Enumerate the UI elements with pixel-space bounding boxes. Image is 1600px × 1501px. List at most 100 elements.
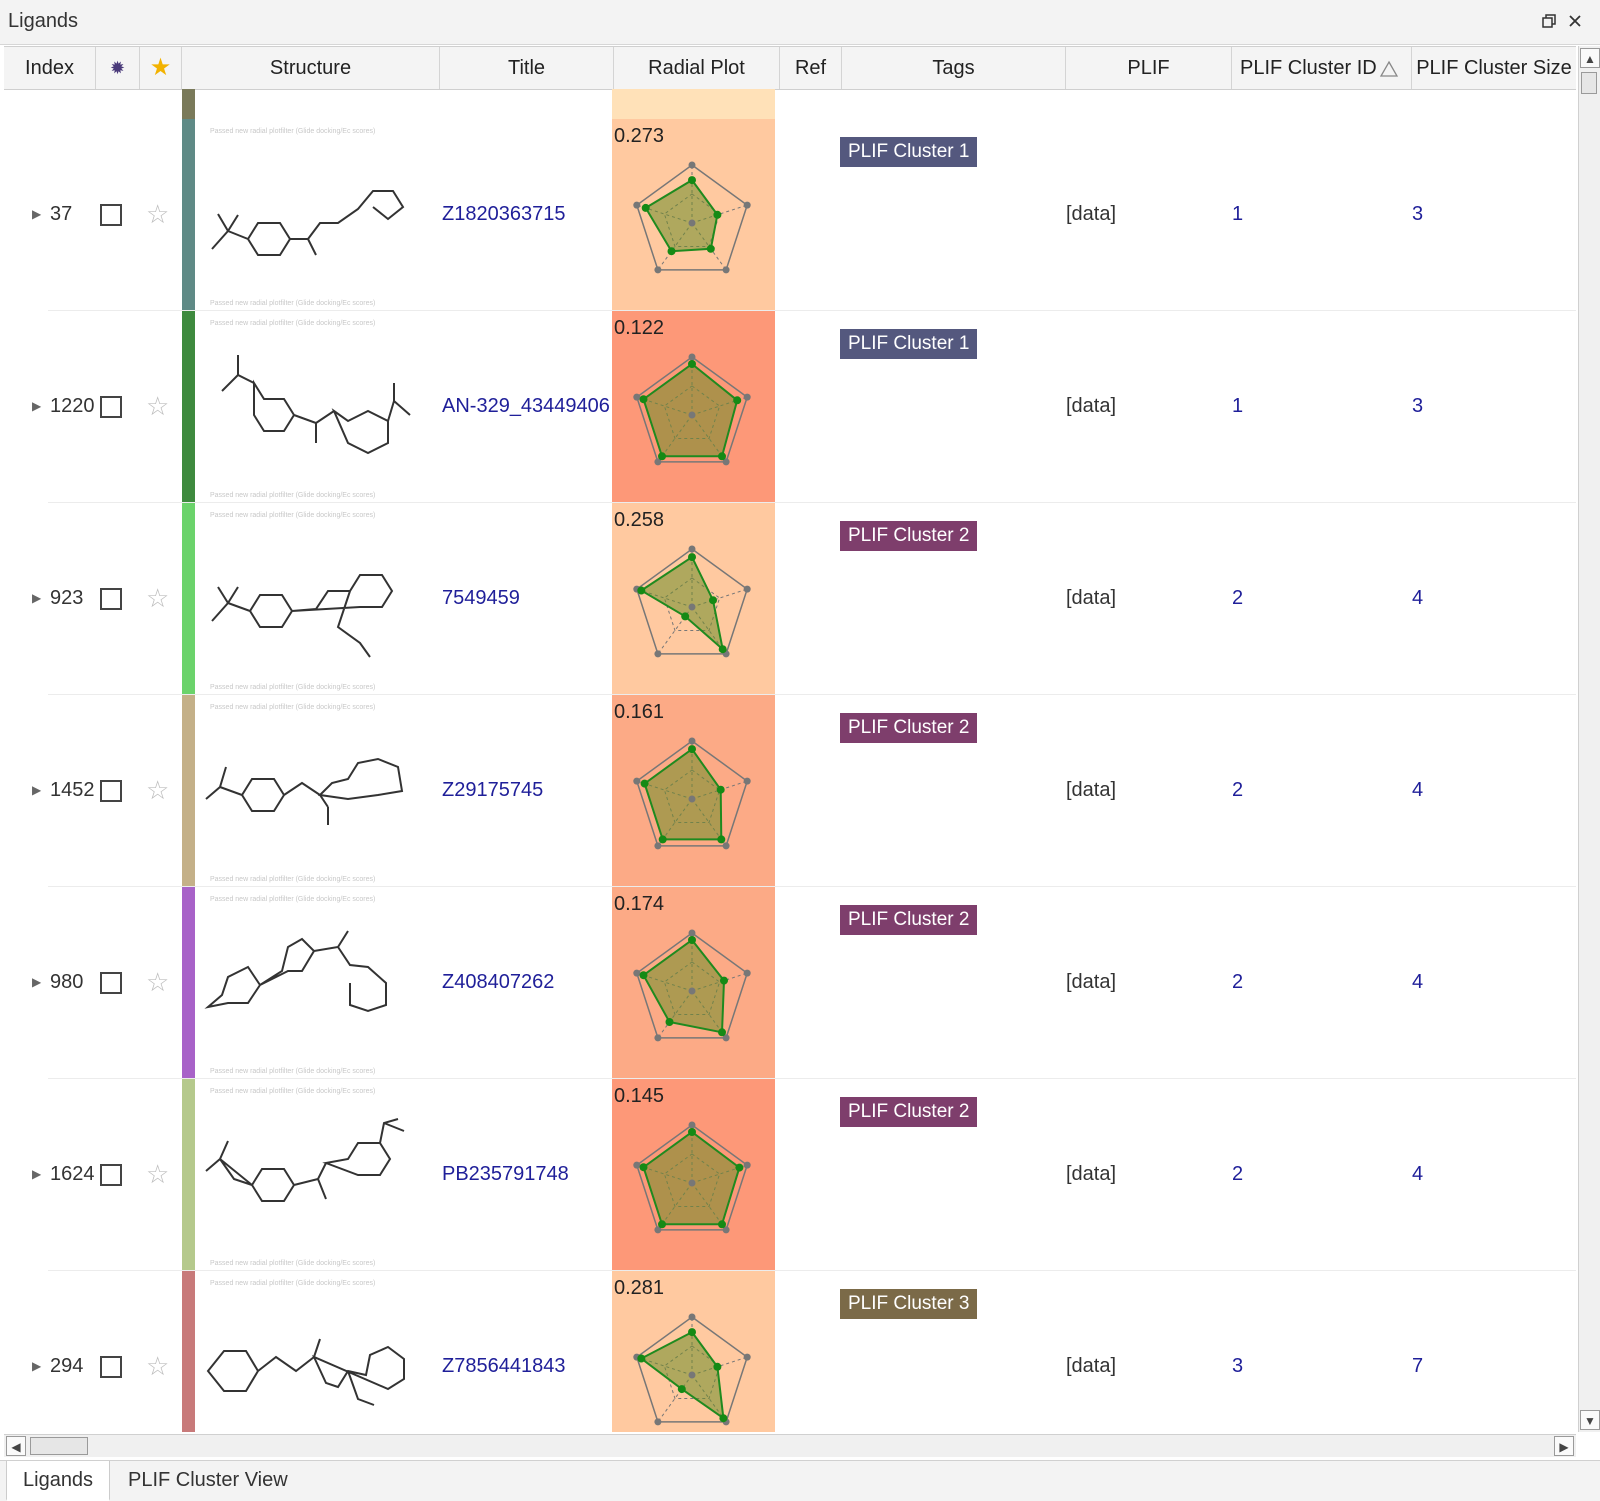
radar-value-point (667, 247, 676, 256)
arrow-left-icon[interactable]: ◀ (6, 1436, 26, 1456)
row-index: 1624 (50, 1163, 95, 1185)
row-checkbox[interactable] (100, 588, 122, 610)
column-header-tags[interactable]: Tags (842, 47, 1066, 89)
expand-arrow-icon[interactable]: ▶ (32, 783, 41, 797)
column-header-ref[interactable]: Ref (780, 47, 842, 89)
favorite-star-icon[interactable]: ☆ (146, 1161, 169, 1187)
radar-axis-end (688, 161, 696, 169)
row-checkbox[interactable] (100, 204, 122, 226)
table-row[interactable]: ▶ 1220 ☆ Passed new radial plotfilter (Glid… (4, 311, 1576, 503)
tab-ligands[interactable]: Ligands (6, 1461, 111, 1501)
arrow-down-icon[interactable]: ▼ (1580, 1410, 1600, 1430)
plif-cluster-tag[interactable]: PLIF Cluster 3 (840, 1289, 978, 1319)
plif-cluster-size-value: 7 (1412, 1355, 1424, 1377)
structure-watermark-top: Passed new radial plotfilter (Glide dock… (210, 512, 375, 519)
horizontal-scroll-thumb[interactable] (30, 1437, 88, 1455)
row-title-link[interactable]: 7549459 (442, 587, 520, 610)
plif-cluster-tag[interactable]: PLIF Cluster 1 (840, 329, 978, 359)
plif-cluster-tag[interactable]: PLIF Cluster 2 (840, 521, 978, 551)
column-header-plif-cluster-size[interactable]: PLIF Cluster Size (1412, 47, 1576, 89)
row-checkbox[interactable] (100, 396, 122, 418)
expand-arrow-icon[interactable]: ▶ (32, 975, 41, 989)
table-row[interactable]: ▶ 1624 ☆ Passed new radial plotfilter (Glid… (4, 1079, 1576, 1271)
plif-cluster-id-value: 1 (1232, 395, 1244, 417)
plif-cluster-size-value: 4 (1412, 1163, 1424, 1185)
row-checkbox[interactable] (100, 972, 122, 994)
column-header-title[interactable]: Title (440, 47, 614, 89)
plif-cluster-tag[interactable]: PLIF Cluster 1 (840, 137, 978, 167)
radar-axis-end (654, 1418, 662, 1426)
plif-data-value: [data] (1066, 779, 1117, 801)
table-row[interactable]: ▶ 37 ☆ Passed new radial plotfilter (Glide … (4, 119, 1576, 311)
arrow-up-icon[interactable]: ▲ (1580, 48, 1600, 68)
arrow-right-icon[interactable]: ▶ (1554, 1436, 1574, 1456)
close-icon[interactable] (1564, 9, 1586, 33)
radar-value-point (688, 1328, 696, 1337)
plif-cluster-tag[interactable]: PLIF Cluster 2 (840, 905, 978, 935)
table-row[interactable]: ▶ 1452 ☆ Passed new radial plotfilter (Glid… (4, 695, 1576, 887)
radar-axis-end (722, 842, 730, 850)
plif-cluster-size-value: 4 (1412, 779, 1424, 801)
plif-cluster-size-value: 3 (1412, 395, 1424, 417)
favorite-star-icon[interactable]: ☆ (146, 585, 169, 611)
radar-axis-end (633, 1161, 641, 1169)
table-row[interactable]: ▶ 923 ☆ Passed new radial plotfilter (Glide… (4, 503, 1576, 695)
column-header-plif[interactable]: PLIF (1066, 47, 1232, 89)
horizontal-scrollbar[interactable]: ◀ ▶ (4, 1434, 1576, 1457)
radial-plot-cell: 0.161 (612, 695, 775, 887)
row-index: 923 (50, 587, 84, 609)
expand-arrow-icon[interactable]: ▶ (32, 207, 41, 221)
structure-watermark-bottom: Passed new radial plotfilter (Glide dock… (210, 876, 375, 883)
column-header-index[interactable]: Index (4, 47, 96, 89)
row-checkbox[interactable] (100, 1164, 122, 1186)
plif-cluster-tag[interactable]: PLIF Cluster 2 (840, 713, 978, 743)
tab-plif-cluster-view[interactable]: PLIF Cluster View (112, 1461, 304, 1499)
column-header-favorite[interactable]: ★ (140, 47, 182, 89)
ligand-table-body: ▶ 3 7 ☆ Passed new radial plotfilter (Glide … (4, 89, 1576, 1432)
favorite-star-icon[interactable]: ☆ (146, 777, 169, 803)
row-index: 1452 (50, 779, 95, 801)
row-title-link[interactable]: Z7856441843 (442, 1355, 565, 1378)
favorite-star-icon[interactable]: ☆ (146, 201, 169, 227)
favorite-star-icon[interactable]: ☆ (146, 1353, 169, 1379)
expand-arrow-icon[interactable]: ▶ (32, 591, 41, 605)
row-title-link[interactable]: AN-329_43449406 (442, 395, 610, 418)
plif-data-value: [data] (1066, 587, 1117, 609)
plif-cluster-size-value: 4 (1412, 971, 1424, 993)
plif-cluster-tag[interactable]: PLIF Cluster 2 (840, 1097, 978, 1127)
expand-arrow-icon[interactable]: ▶ (32, 1359, 41, 1373)
radar-axis-end (633, 201, 641, 209)
row-title-link[interactable]: Z29175745 (442, 779, 543, 802)
radar-chart (633, 161, 751, 274)
row-title-link[interactable]: Z408407262 (442, 971, 554, 994)
radar-axis-end (688, 353, 696, 361)
column-header-visibility[interactable]: ✹ (96, 47, 140, 89)
row-index: 294 (50, 1355, 84, 1377)
column-header-radial-plot[interactable]: Radial Plot (614, 47, 780, 89)
ligands-panel: Ligands Index ✹ ★ Structure Title Radial… (0, 0, 1600, 1501)
row-checkbox[interactable] (100, 1356, 122, 1378)
row-title-link[interactable]: PB235791748 (442, 1163, 569, 1186)
favorite-star-icon[interactable]: ☆ (146, 393, 169, 419)
row-checkbox[interactable] (100, 780, 122, 802)
radar-value-point (706, 244, 715, 253)
vertical-scrollbar[interactable]: ▲ ▼ (1578, 46, 1600, 1432)
vertical-scroll-thumb[interactable] (1581, 72, 1597, 94)
panel-titlebar: Ligands (0, 0, 1600, 45)
column-header-plif-cluster-id[interactable]: PLIF Cluster ID (1232, 47, 1412, 89)
favorite-star-icon[interactable]: ☆ (146, 969, 169, 995)
radar-axis-end (688, 1121, 696, 1129)
row-color-bar (182, 1271, 195, 1432)
radar-chart (633, 353, 751, 466)
table-row[interactable]: ▶ 294 ☆ Passed new radial plotfilter (Glide… (4, 1271, 1576, 1432)
radar-chart (633, 1313, 751, 1426)
expand-arrow-icon[interactable]: ▶ (32, 1167, 41, 1181)
row-title-link[interactable]: Z1820363715 (442, 203, 565, 226)
column-header-structure[interactable]: Structure (182, 47, 440, 89)
previous-row-color-strip (182, 89, 195, 119)
expand-arrow-icon[interactable]: ▶ (32, 399, 41, 413)
plif-cluster-size-value: 4 (1412, 587, 1424, 609)
table-row[interactable]: ▶ 980 ☆ Passed new radial plotfilter (Glide… (4, 887, 1576, 1079)
radar-center (688, 603, 696, 611)
restore-icon[interactable] (1538, 9, 1560, 33)
